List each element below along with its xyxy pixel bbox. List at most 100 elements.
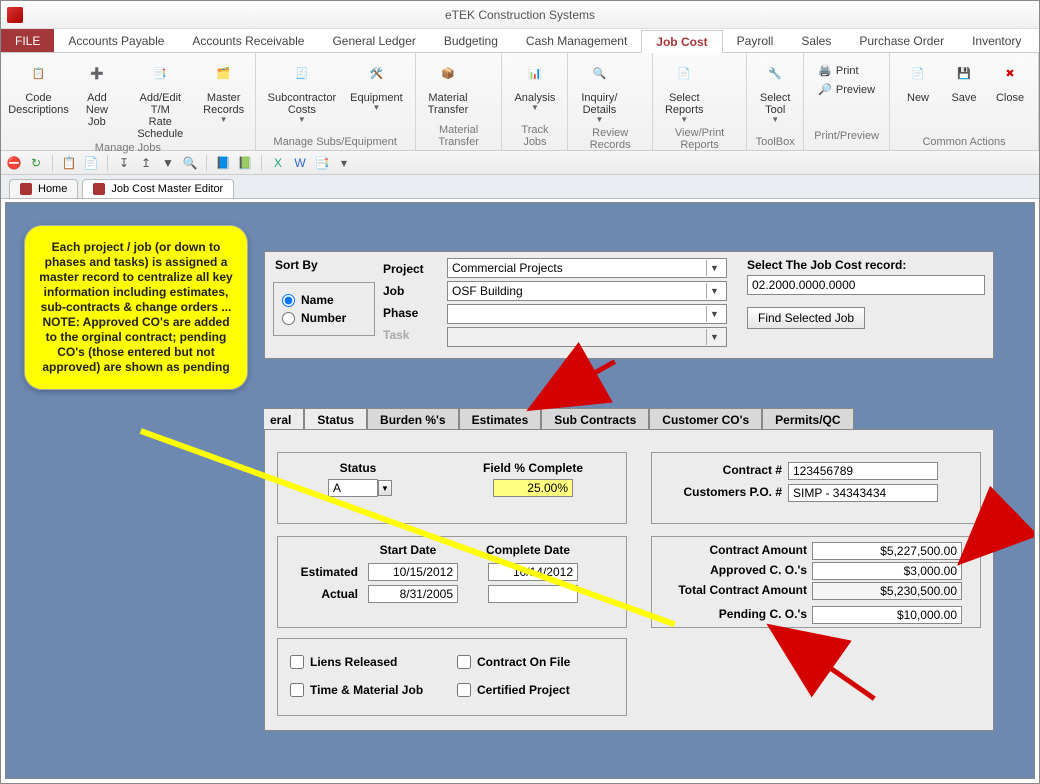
input-job-cost-record[interactable] [747,275,985,295]
combo-status[interactable]: A [328,479,378,497]
btn-select-tool[interactable]: 🔧Select Tool▼ [753,56,797,127]
combo-project[interactable]: Commercial Projects▼ [447,258,727,278]
combo-job[interactable]: OSF Building▼ [447,281,727,301]
search-icon: 🔍 [583,58,615,90]
sort-by-box: Name Number [273,282,375,336]
app-icon [7,7,23,23]
btn-new[interactable]: 📄New [896,56,940,106]
tb-filter[interactable]: ▼ [159,154,177,172]
input-po[interactable]: SIMP - 34343434 [788,484,938,502]
chevron-down-icon: ▼ [706,260,722,276]
chevron-down-icon[interactable]: ▼ [378,480,392,496]
tab-estimates[interactable]: Estimates [459,408,542,431]
chevron-down-icon: ▼ [298,116,306,125]
print-icon: 🖨️ [818,64,832,77]
label-select-record: Select The Job Cost record: [747,258,985,272]
btn-close[interactable]: ✖Close [988,56,1032,106]
value-contract-amt[interactable]: $5,227,500.00 [812,542,962,560]
label-pct-complete: Field % Complete [468,461,598,475]
menu-accounts-receivable[interactable]: Accounts Receivable [178,29,318,52]
menu-cash-management[interactable]: Cash Management [512,29,641,52]
menu-sales[interactable]: Sales [787,29,845,52]
value-approved-co[interactable]: $3,000.00 [812,562,962,580]
label-job: Job [383,280,443,302]
tb-sort-desc[interactable]: ↥ [137,154,155,172]
menubar: FILE Accounts Payable Accounts Receivabl… [1,29,1039,53]
tab-general-partial[interactable]: eral [264,408,304,431]
file-menu[interactable]: FILE [1,29,54,52]
btn-add-new-job[interactable]: ➕Add New Job [72,56,122,130]
chevron-down-icon: ▼ [706,329,722,345]
tb-copy[interactable]: 📋 [60,154,78,172]
tb-no[interactable]: ⛔ [5,154,23,172]
tb-sort-asc[interactable]: ↧ [115,154,133,172]
preview-icon: 🔎 [818,83,832,96]
btn-equipment[interactable]: 🛠️Equipment▼ [344,56,409,115]
menu-payroll[interactable]: Payroll [723,29,788,52]
wrench-icon: 🔧 [759,58,791,90]
radio-sort-name[interactable]: Name [282,293,366,307]
ribbon-group-manage-jobs: 📋Code Descriptions ➕Add New Job 📑Add/Edi… [1,53,256,150]
btn-find-selected-job[interactable]: Find Selected Job [747,307,865,329]
tb-pdf[interactable]: 📑 [313,154,331,172]
chk-contract-on-file[interactable]: Contract On File [457,655,614,669]
chk-tm-job[interactable]: Time & Material Job [290,683,447,697]
chevron-down-icon: ▼ [706,306,722,322]
subcontractor-icon: 🧾 [286,58,318,90]
btn-inquiry-details[interactable]: 🔍Inquiry/ Details▼ [574,56,624,127]
tab-burden[interactable]: Burden %'s [367,408,459,431]
tb-more[interactable]: ▾ [335,154,353,172]
tb-find[interactable]: 🔍 [181,154,199,172]
label-contract-amt: Contract Amount [652,543,807,557]
btn-tm-rate-schedule[interactable]: 📑Add/Edit T/M Rate Schedule [124,56,197,142]
input-act-complete[interactable] [488,585,578,603]
menu-accounts-payable[interactable]: Accounts Payable [54,29,178,52]
titlebar: eTEK Construction Systems [1,1,1039,29]
input-pct-complete[interactable]: 25.00% [493,479,573,497]
label-total-contract: Total Contract Amount [652,583,807,597]
chk-liens-released[interactable]: Liens Released [290,655,447,669]
tb-word[interactable]: W [291,154,309,172]
menu-inventory[interactable]: Inventory [958,29,1035,52]
input-est-start[interactable]: 10/15/2012 [368,563,458,581]
tb-doc2[interactable]: 📗 [236,154,254,172]
tb-paste[interactable]: 📄 [82,154,100,172]
label-start-date: Start Date [368,543,448,557]
combo-phase[interactable]: ▼ [447,304,727,324]
tb-refresh[interactable]: ↻ [27,154,45,172]
btn-analysis[interactable]: 📊Analysis▼ [508,56,561,115]
tab-sub-contracts[interactable]: Sub Contracts [541,408,649,431]
tab-permits-qc[interactable]: Permits/QC [762,408,853,431]
document-tabs: Home Job Cost Master Editor [1,175,1039,199]
input-act-start[interactable]: 8/31/2005 [368,585,458,603]
tab-status[interactable]: Status [304,408,367,431]
value-pending-co[interactable]: $10,000.00 [812,606,962,624]
label-task: Task [383,324,443,346]
btn-print[interactable]: 🖨️Print [814,62,879,79]
tb-excel[interactable]: X [269,154,287,172]
input-contract-num[interactable]: 123456789 [788,462,938,480]
menu-job-cost[interactable]: Job Cost [641,30,722,53]
input-est-complete[interactable]: 10/14/2012 [488,563,578,581]
chevron-down-icon: ▼ [595,116,603,125]
btn-master-records[interactable]: 🗂️Master Records▼ [199,56,249,127]
radio-sort-number[interactable]: Number [282,311,366,325]
btn-code-descriptions[interactable]: 📋Code Descriptions [7,56,70,118]
btn-preview[interactable]: 🔎Preview [814,81,879,98]
label-contract-num: Contract # [652,463,782,477]
menu-general-ledger[interactable]: General Ledger [318,29,429,52]
tab-customer-cos[interactable]: Customer CO's [649,408,762,431]
tb-doc1[interactable]: 📘 [214,154,232,172]
btn-sub-costs[interactable]: 🧾Subcontractor Costs▼ [262,56,342,127]
menu-purchase-order[interactable]: Purchase Order [845,29,958,52]
btn-select-reports[interactable]: 📄Select Reports▼ [659,56,710,127]
doctab-job-cost-editor[interactable]: Job Cost Master Editor [82,179,234,198]
btn-material-transfer[interactable]: 📦Material Transfer [422,56,475,118]
doctab-home[interactable]: Home [9,179,78,198]
transfer-icon: 📦 [432,58,464,90]
chk-certified[interactable]: Certified Project [457,683,614,697]
btn-save[interactable]: 💾Save [942,56,986,106]
combo-task[interactable]: ▼ [447,327,727,347]
menu-budgeting[interactable]: Budgeting [430,29,512,52]
chevron-down-icon: ▼ [706,283,722,299]
